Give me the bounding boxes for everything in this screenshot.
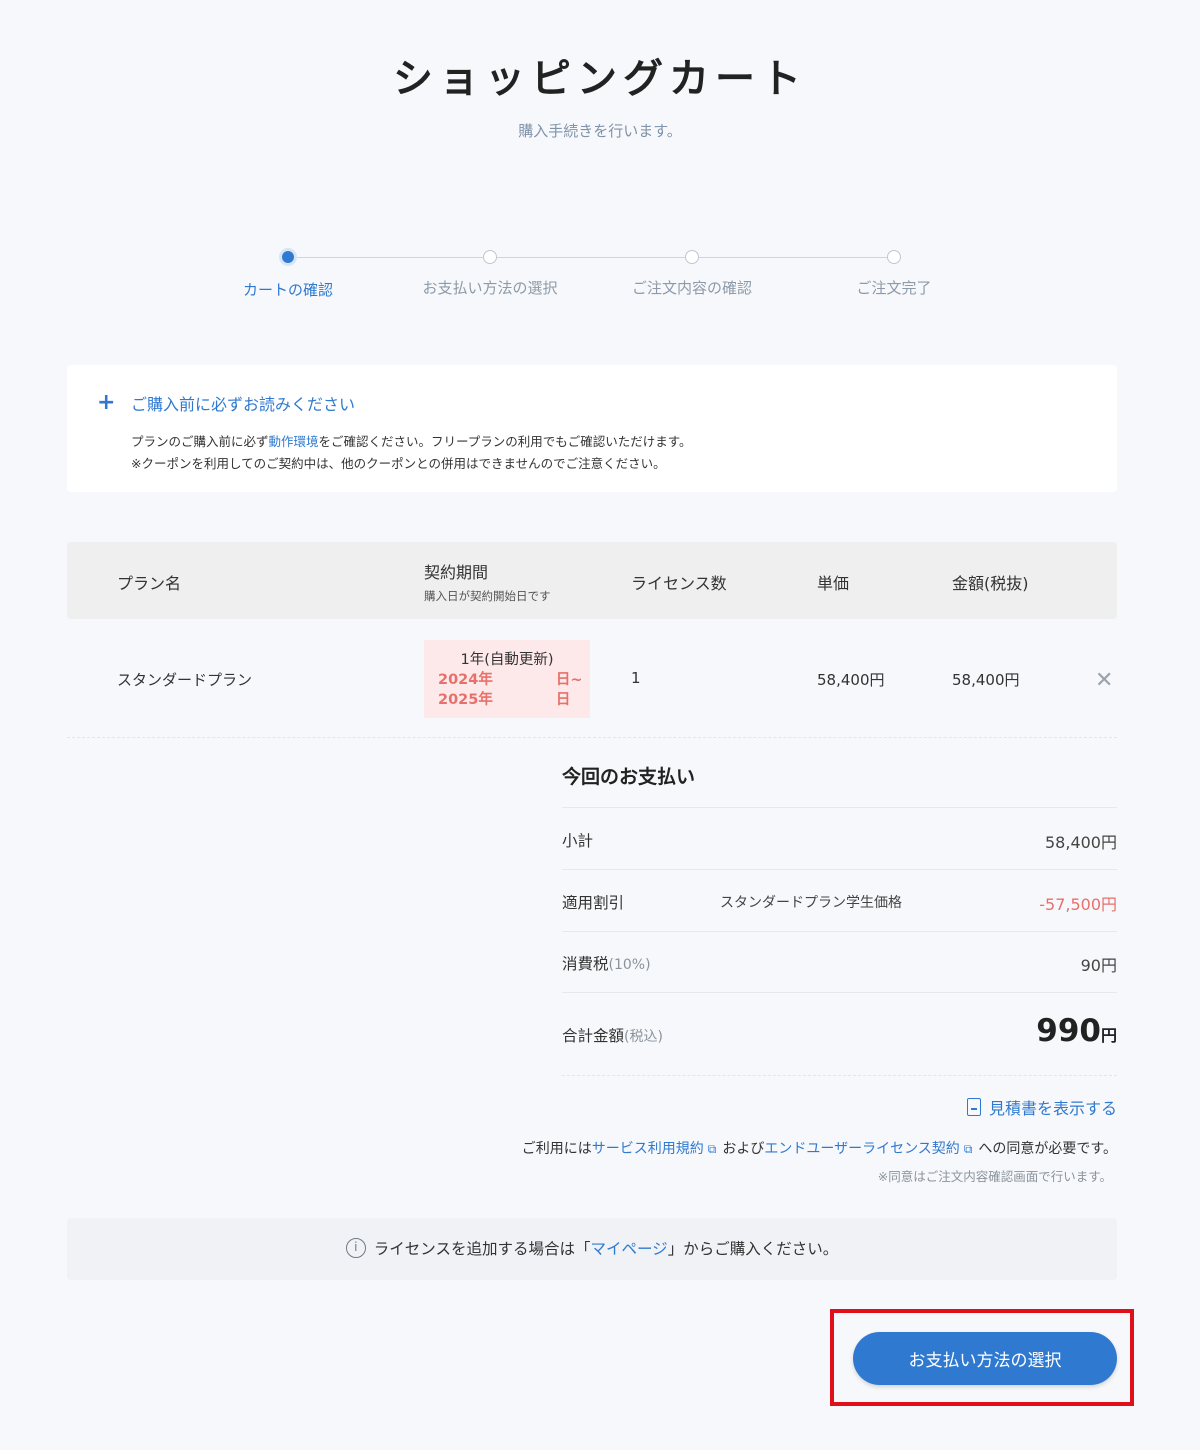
tax-label-group: 消費税(10%) [562, 952, 651, 974]
notice-toggle[interactable]: + ご購入前に必ずお読みください [97, 391, 355, 415]
step-dot [483, 250, 497, 264]
step-dot-active [279, 248, 297, 266]
document-icon[interactable] [966, 1098, 981, 1116]
external-link-icon: ⧉ [707, 1142, 717, 1156]
terms-agreement-text: ご利用にはサービス利用規約 ⧉ およびエンドユーザーライセンス契約 ⧉ への同意が必要で… [522, 1138, 1117, 1158]
checkout-stepper: カートの確認 お支払い方法の選択 ご注文内容の確認 ご注文完了 [188, 248, 996, 308]
info-text: 」からご購入ください。 [667, 1240, 839, 1258]
remove-item-close-icon[interactable]: ✕ [1095, 668, 1113, 693]
total-value: 990 [1036, 1013, 1101, 1049]
operating-environment-link[interactable]: 動作環境 [269, 434, 319, 449]
tax-rate-note: (10%) [608, 957, 651, 973]
tax-row: 消費税(10%) 90円 [562, 931, 1117, 992]
period-end: 2025年 日 [438, 692, 571, 708]
header-period-sub: 購入日が契約開始日です [424, 589, 551, 603]
mypage-link[interactable]: マイページ [590, 1240, 667, 1258]
total-label-group: 合計金額(税込) [562, 1024, 663, 1046]
discount-value: -57,500円 [1039, 895, 1117, 914]
step-label: カートの確認 [242, 281, 333, 299]
info-icon: i [345, 1238, 366, 1258]
discount-label: 適用割引 [562, 894, 625, 912]
step-label: お支払い方法の選択 [422, 279, 558, 297]
cart-table-header: プラン名 契約期間 購入日が契約開始日です ライセンス数 単価 金額(税抜) [67, 542, 1117, 619]
header-licenses: ライセンス数 [631, 574, 727, 593]
step-dot [685, 250, 699, 264]
estimate-label[interactable]: 見積書を表示する [989, 1095, 1117, 1119]
terms-text: および [722, 1141, 765, 1157]
terms-text: への同意が必要です。 [978, 1141, 1117, 1157]
period-start: 2024年 日~ [438, 672, 583, 688]
row-plan-name: スタンダードプラン [117, 671, 253, 689]
step-payment-method: お支払い方法の選択 [390, 248, 590, 298]
period-main: 1年(自動更新) [460, 652, 554, 668]
total-tax-note: (税込) [624, 1029, 663, 1045]
total-label: 合計金額 [562, 1027, 625, 1045]
row-amount: 58,400円 [952, 671, 1020, 689]
total-row: 合計金額(税込) 990円 [562, 992, 1117, 1076]
summary-title: 今回のお支払い [562, 766, 696, 788]
step-dot [887, 250, 901, 264]
notice-text: プランのご購入前に必ず [131, 434, 269, 449]
step-order-confirm: ご注文内容の確認 [592, 248, 792, 298]
external-link-icon: ⧉ [963, 1142, 973, 1156]
add-license-info: i ライセンスを追加する場合は「マイページ」からご購入ください。 [67, 1218, 1117, 1280]
row-unit-price: 58,400円 [817, 671, 885, 689]
step-order-complete: ご注文完了 [794, 248, 994, 298]
header-period: 契約期間 [424, 563, 489, 582]
step-label: ご注文完了 [856, 279, 932, 297]
subtotal-value: 58,400円 [1045, 833, 1117, 852]
notice-text: をご確認ください。フリープランの利用でもご確認いただけます。 [318, 434, 692, 449]
subtotal-label: 小計 [562, 832, 594, 850]
total-value-group: 990円 [1036, 1013, 1117, 1049]
subtotal-row: 小計 58,400円 [562, 807, 1117, 869]
row-licenses: 1 [631, 669, 641, 687]
terms-note: ※同意はご注文内容確認画面で行います。 [877, 1169, 1112, 1184]
view-estimate-link[interactable]: 見積書を表示する [966, 1095, 1117, 1119]
tax-label: 消費税 [562, 955, 609, 973]
eula-link[interactable]: エンドユーザーライセンス契約 [764, 1141, 959, 1157]
row-contract-period: 1年(自動更新) 2024年 日~ 2025年 日 [424, 640, 590, 718]
notice-line-1: プランのご購入前に必ず動作環境をご確認ください。フリープランの利用でもご確認いた… [131, 431, 692, 453]
info-text: ライセンスを追加する場合は「 [373, 1240, 591, 1258]
header-amount: 金額(税抜) [952, 574, 1029, 593]
page-subtitle: 購入手続きを行います。 [518, 122, 682, 140]
notice-line-2: ※クーポンを利用してのご契約中は、他のクーポンとの併用はできませんのでご注意くだ… [131, 456, 666, 471]
step-cart-check: カートの確認 [188, 248, 388, 300]
step-label: ご注文内容の確認 [631, 279, 752, 297]
discount-name: スタンダードプラン学生価格 [720, 895, 902, 911]
notice-body: プランのご購入前に必ず動作環境をご確認ください。フリープランの利用でもご確認いた… [131, 431, 692, 475]
terms-text: ご利用には [521, 1141, 592, 1157]
header-plan: プラン名 [117, 574, 182, 593]
header-unit-price: 単価 [817, 574, 850, 593]
service-terms-link[interactable]: サービス利用規約 [592, 1141, 704, 1157]
page-title: ショッピングカート [393, 56, 807, 102]
total-unit: 円 [1100, 1026, 1117, 1045]
tax-value: 90円 [1080, 956, 1117, 975]
select-payment-method-button[interactable]: お支払い方法の選択 [853, 1332, 1117, 1385]
plus-icon[interactable]: + [97, 392, 131, 414]
table-row: スタンダードプラン 1年(自動更新) 2024年 日~ 2025年 日 1 58… [67, 630, 1117, 738]
notice-title[interactable]: ご購入前に必ずお読みください [131, 391, 355, 415]
discount-row: 適用割引 スタンダードプラン学生価格 -57,500円 [562, 869, 1117, 931]
read-before-purchase-panel: + ご購入前に必ずお読みください プランのご購入前に必ず動作環境をご確認ください… [67, 365, 1117, 492]
